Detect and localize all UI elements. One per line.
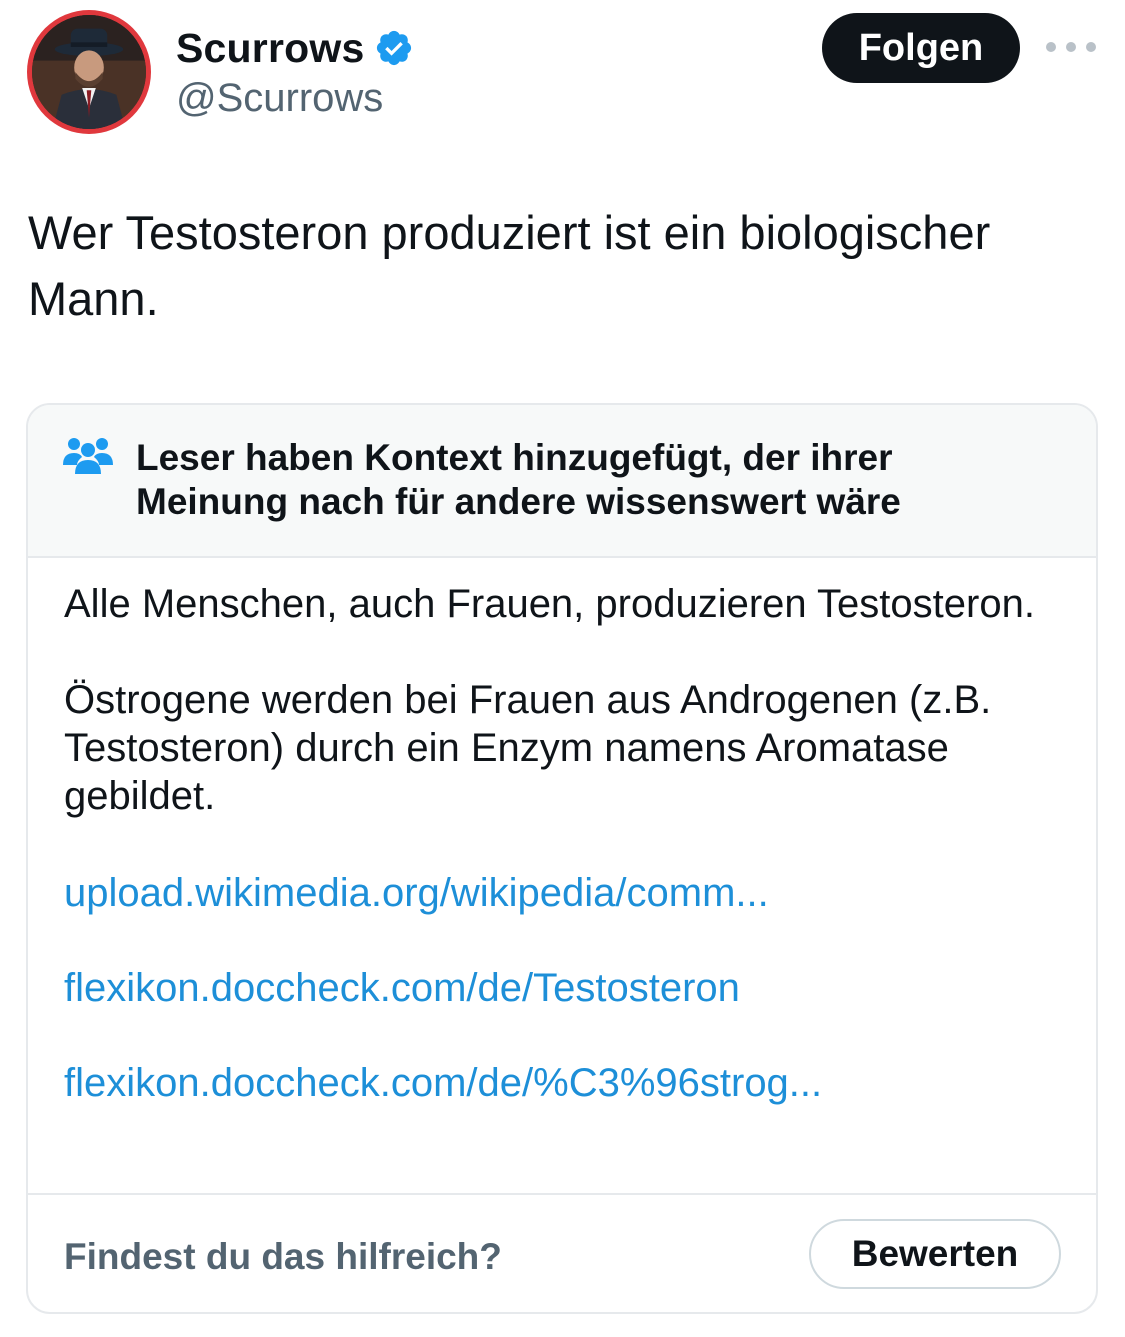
community-note-header: Leser haben Kontext hinzugefügt, der ihr… (28, 405, 1096, 558)
note-paragraph: Alle Menschen, auch Frauen, produzieren … (64, 582, 1035, 626)
source-link[interactable]: flexikon.doccheck.com/de/%C3%96strog... (64, 1059, 1074, 1107)
helpful-question: Findest du das hilfreich? (64, 1236, 502, 1277)
avatar-photo (32, 15, 146, 129)
ellipsis-dot (1046, 42, 1056, 52)
people-icon (63, 438, 113, 474)
author-handle[interactable]: @Scurrows (176, 74, 414, 122)
rate-button[interactable]: Bewerten (809, 1219, 1061, 1289)
avatar-image (32, 15, 146, 129)
source-link[interactable]: upload.wikimedia.org/wikipedia/comm... (64, 869, 1074, 917)
ellipsis-icon[interactable] (1046, 36, 1096, 58)
display-name[interactable]: Scurrows (176, 25, 364, 72)
community-note-footer: Findest du das hilfreich? Bewerten (28, 1193, 1096, 1312)
verified-badge-icon[interactable] (374, 28, 414, 68)
tweet-text: Wer Testosteron produziert ist ein biolo… (28, 206, 1004, 325)
community-note-card: Leser haben Kontext hinzugefügt, der ihr… (26, 403, 1098, 1314)
ellipsis-dot (1066, 42, 1076, 52)
community-note-title: Leser haben Kontext hinzugefügt, der ihr… (136, 437, 901, 522)
avatar[interactable] (27, 10, 151, 134)
source-link[interactable]: flexikon.doccheck.com/de/Testosteron (64, 964, 1074, 1012)
community-note-body: Alle Menschen, auch Frauen, produzieren … (64, 580, 1074, 1107)
ellipsis-dot (1086, 42, 1096, 52)
author-info: Scurrows @Scurrows (176, 22, 414, 122)
display-name-row: Scurrows (176, 22, 414, 74)
note-paragraph: Östrogene werden bei Frauen aus Androgen… (64, 678, 992, 818)
follow-button[interactable]: Folgen (822, 13, 1020, 83)
